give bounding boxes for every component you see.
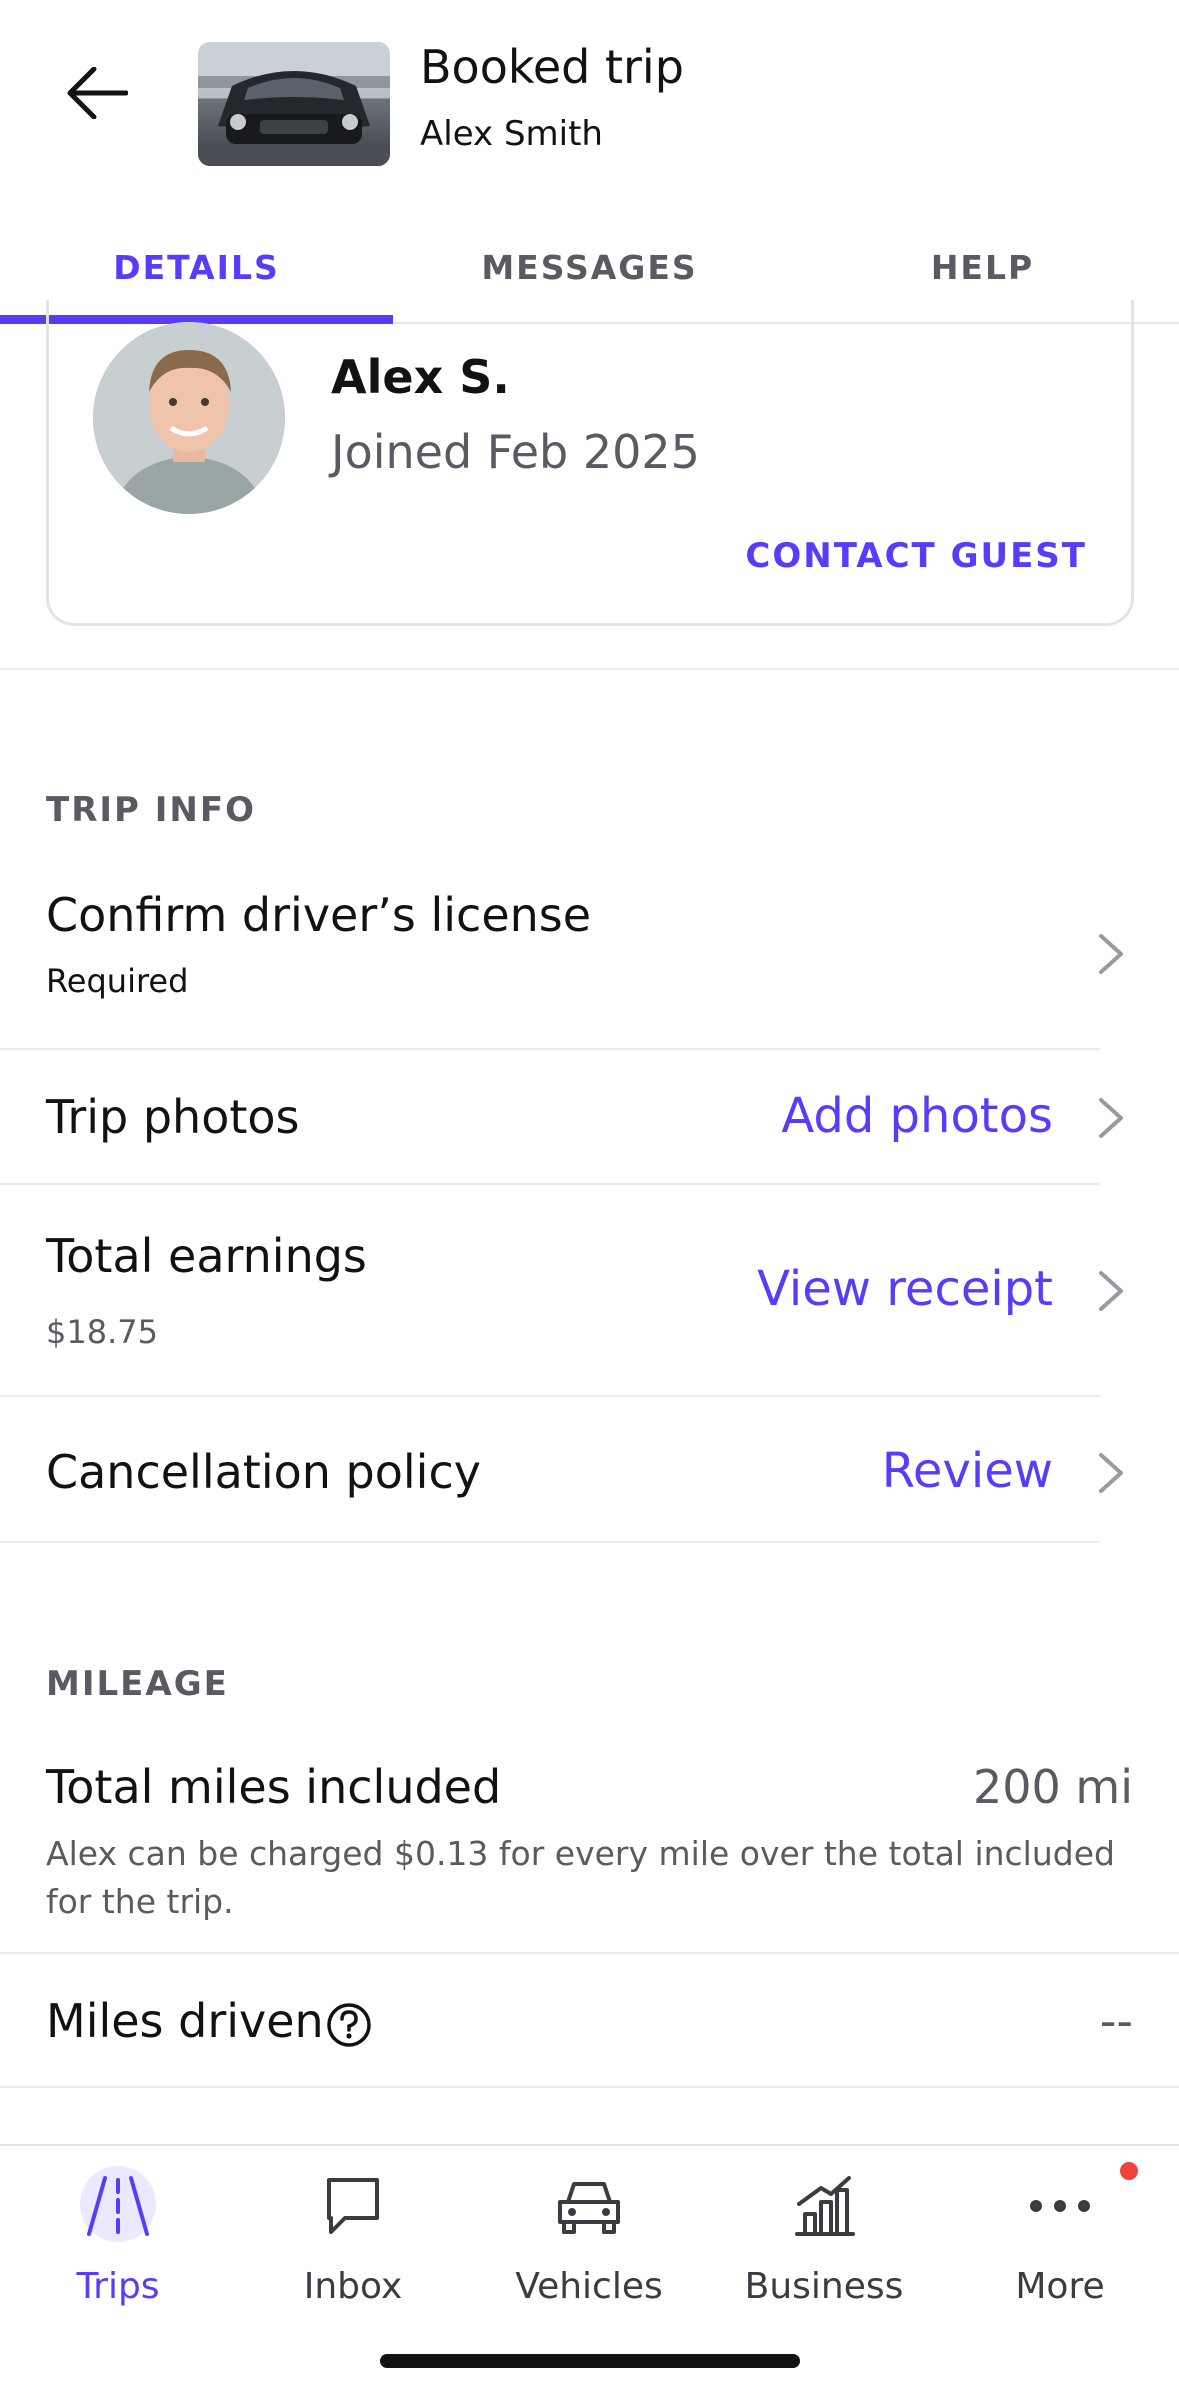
- chevron-right-icon: [1099, 1271, 1123, 1311]
- chat-bubble-icon: [313, 2166, 393, 2246]
- guest-joined-date: Joined Feb 2025: [331, 425, 700, 479]
- vehicle-thumbnail: [198, 42, 390, 166]
- guest-full-name: Alex Smith: [420, 114, 603, 154]
- trip-info-heading: TRIP INFO: [46, 790, 257, 830]
- cancellation-policy-row[interactable]: Cancellation policy Review: [0, 1397, 1179, 1543]
- nav-business[interactable]: Business: [724, 2166, 924, 2316]
- back-button[interactable]: [52, 48, 142, 138]
- chevron-right-icon: [1099, 934, 1123, 974]
- chevron-right-icon: [1099, 1098, 1123, 1138]
- section-divider: [0, 1952, 1179, 1954]
- row-divider: [0, 1541, 1100, 1543]
- contact-guest-button[interactable]: CONTACT GUEST: [745, 536, 1087, 576]
- nav-vehicles-label: Vehicles: [515, 2266, 663, 2307]
- help-circle-icon[interactable]: [326, 2002, 372, 2048]
- avatar: [93, 322, 285, 514]
- license-title: Confirm driver’s license: [46, 888, 592, 942]
- back-arrow-icon: [67, 67, 128, 119]
- cancellation-policy-title: Cancellation policy: [46, 1445, 481, 1499]
- trip-photos-title: Trip photos: [46, 1090, 300, 1144]
- nav-inbox-label: Inbox: [303, 2266, 403, 2307]
- license-status: Required: [46, 962, 189, 1000]
- total-miles-title: Total miles included: [46, 1760, 502, 1814]
- miles-driven-title: Miles driven: [46, 1994, 324, 2048]
- total-earnings-title: Total earnings: [46, 1229, 367, 1283]
- total-miles-value: 200 mi: [972, 1760, 1133, 1814]
- total-earnings-amount: $18.75: [46, 1313, 158, 1351]
- notification-dot: [1120, 2162, 1138, 2180]
- car-icon: [549, 2166, 629, 2246]
- section-divider: [0, 2086, 1179, 2088]
- nav-more[interactable]: More: [960, 2162, 1160, 2316]
- more-dots-icon: [1020, 2166, 1100, 2246]
- section-divider: [0, 668, 1179, 670]
- trip-photos-row[interactable]: Trip photos Add photos: [0, 1050, 1179, 1185]
- add-photos-link[interactable]: Add photos: [781, 1088, 1053, 1144]
- mileage-heading: MILEAGE: [46, 1664, 229, 1704]
- mileage-description: Alex can be charged $0.13 for every mile…: [46, 1834, 1115, 1921]
- nav-trips-label: Trips: [76, 2266, 160, 2307]
- review-link[interactable]: Review: [882, 1443, 1053, 1499]
- nav-inbox[interactable]: Inbox: [253, 2166, 453, 2316]
- confirm-license-row[interactable]: Confirm driver’s license Required: [0, 860, 1179, 1050]
- nav-vehicles[interactable]: Vehicles: [489, 2166, 689, 2316]
- nav-trips[interactable]: Trips: [18, 2166, 218, 2316]
- chevron-right-icon: [1099, 1453, 1123, 1493]
- guest-name: Alex S.: [331, 350, 510, 404]
- miles-driven-value: --: [1099, 1994, 1133, 2048]
- road-icon: [78, 2166, 158, 2246]
- view-receipt-link[interactable]: View receipt: [757, 1261, 1053, 1317]
- app-header: Booked trip Alex Smith: [0, 0, 1179, 190]
- total-earnings-row[interactable]: Total earnings $18.75 View receipt: [0, 1185, 1179, 1397]
- bar-chart-icon: [784, 2166, 864, 2246]
- home-indicator[interactable]: [380, 2354, 800, 2368]
- nav-business-label: Business: [744, 2266, 904, 2307]
- guest-card: Alex S. Joined Feb 2025 CONTACT GUEST: [46, 300, 1134, 626]
- page-title: Booked trip: [420, 40, 684, 94]
- nav-more-label: More: [1015, 2266, 1105, 2307]
